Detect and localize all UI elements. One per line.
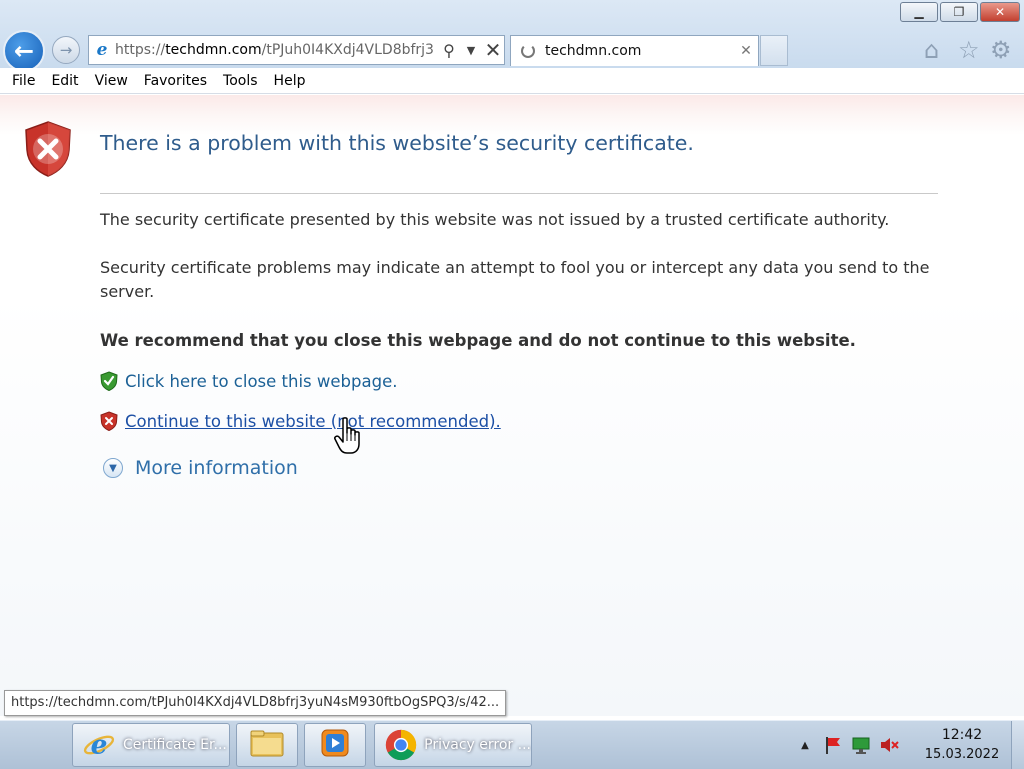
menu-favorites[interactable]: Favorites (136, 73, 215, 89)
browser-tab[interactable]: techdmn.com ✕ (510, 35, 759, 66)
error-shield-icon (25, 121, 71, 177)
green-shield-check-icon (100, 371, 118, 391)
address-prefix: https:// (115, 42, 166, 58)
search-icon[interactable]: ⚲ (438, 41, 460, 60)
ie-logo-icon: e (81, 727, 117, 763)
taskbar-chrome-label: Privacy error ... (424, 737, 531, 753)
folder-icon (249, 728, 285, 762)
show-hidden-icons-chevron-icon[interactable]: ▲ (795, 735, 815, 755)
system-clock[interactable]: 12:42 15.03.2022 (920, 725, 1004, 765)
restore-button[interactable]: ❐ (940, 2, 978, 22)
tab-close-icon[interactable]: ✕ (734, 43, 758, 59)
new-tab-button[interactable] (760, 35, 788, 66)
certificate-issuer-message: The security certificate presented by th… (100, 210, 890, 229)
volume-muted-icon[interactable] (879, 735, 899, 755)
media-player-icon (319, 727, 351, 763)
menu-tools[interactable]: Tools (215, 73, 266, 89)
network-icon[interactable] (851, 735, 871, 755)
address-url[interactable]: https://techdmn.com/tPJuh0I4KXdj4VLD8bfr… (115, 42, 438, 58)
close-option: Click here to close this webpage. (100, 371, 397, 391)
taskbar-ie-button[interactable]: e Certificate Er... (72, 723, 230, 767)
gear-icon[interactable]: ⚙ (990, 36, 1012, 64)
taskbar-chrome-button[interactable]: Privacy error ... (374, 723, 532, 767)
system-tray: ▲ (795, 735, 899, 755)
taskbar-explorer-button[interactable] (236, 723, 298, 767)
divider (100, 193, 938, 194)
address-path: /tPJuh0I4KXdj4VLD8bfrj3 (261, 42, 434, 58)
action-center-flag-icon[interactable] (823, 735, 843, 755)
more-information-toggle[interactable]: ▼ More information (103, 457, 298, 479)
address-bar[interactable]: e https://techdmn.com/tPJuh0I4KXdj4VLD8b… (88, 35, 505, 65)
address-domain: techdmn.com (165, 42, 262, 58)
favorites-star-icon[interactable]: ☆ (958, 36, 980, 64)
back-arrow-icon: ← (13, 37, 35, 65)
recommendation-text: We recommend that you close this webpage… (100, 331, 856, 350)
red-shield-x-icon (100, 411, 118, 431)
chrome-logo-icon (383, 727, 418, 763)
clock-time: 12:42 (941, 727, 983, 743)
browser-chrome: ▁ ❐ ✕ ← → e https://techdmn.com/tPJuh0I4… (0, 0, 1024, 72)
menu-file[interactable]: File (4, 73, 43, 89)
clock-date: 15.03.2022 (924, 747, 1000, 762)
continue-to-website-link[interactable]: Continue to this website (not recommende… (125, 412, 501, 431)
menu-help[interactable]: Help (266, 73, 314, 89)
back-button[interactable]: ← (3, 30, 45, 72)
taskbar-media-player-button[interactable] (304, 723, 366, 767)
close-window-button[interactable]: ✕ (980, 2, 1020, 22)
taskbar-ie-label: Certificate Er... (123, 737, 227, 753)
svg-text:e: e (91, 730, 108, 761)
hand-cursor-icon (334, 417, 360, 454)
stop-icon[interactable]: ✕ (482, 38, 504, 62)
page-title: There is a problem with this website’s s… (100, 131, 694, 155)
security-warning-message: Security certificate problems may indica… (100, 258, 930, 301)
home-icon[interactable]: ⌂ (924, 36, 939, 64)
loading-spinner-icon (521, 44, 535, 58)
close-webpage-link[interactable]: Click here to close this webpage. (125, 372, 397, 391)
window-controls: ▁ ❐ ✕ (900, 2, 1020, 22)
page-content: There is a problem with this website’s s… (0, 95, 1024, 716)
more-information-label: More information (135, 457, 298, 479)
dropdown-icon[interactable]: ▼ (460, 44, 482, 57)
show-desktop-button[interactable] (1011, 721, 1024, 769)
menu-bar: File Edit View Favorites Tools Help (0, 68, 1024, 94)
minimize-button[interactable]: ▁ (900, 2, 938, 22)
forward-button[interactable]: → (52, 36, 80, 64)
menu-edit[interactable]: Edit (43, 73, 86, 89)
status-url-tooltip: https://techdmn.com/tPJuh0I4KXdj4VLD8bfr… (4, 690, 507, 716)
continue-option: Continue to this website (not recommende… (100, 411, 501, 431)
ie-logo-icon: e (96, 40, 108, 60)
menu-view[interactable]: View (87, 73, 136, 89)
chevron-down-icon: ▼ (103, 458, 123, 478)
taskbar: e Certificate Er... Privacy error ... ▲ … (0, 720, 1024, 769)
forward-arrow-icon: → (59, 41, 73, 59)
tab-title: techdmn.com (545, 43, 642, 59)
